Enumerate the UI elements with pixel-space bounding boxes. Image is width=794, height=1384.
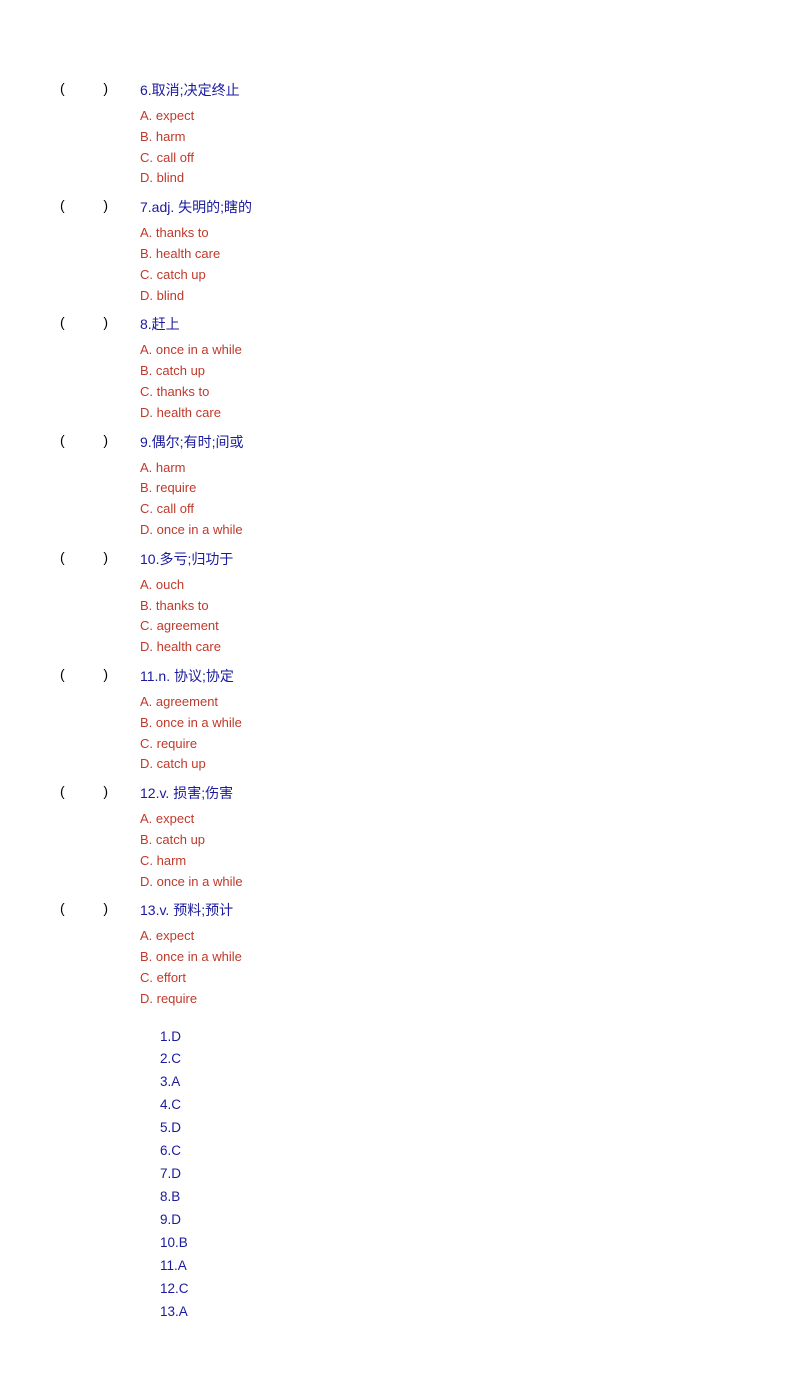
paren-right-space: ) <box>80 900 140 920</box>
answer-item: 3.A <box>160 1071 734 1094</box>
answers-container: 1.D2.C3.A4.C5.D6.C7.D8.B9.D10.B11.A12.C1… <box>160 1026 734 1324</box>
question-row: ( )6.取消;决定终止 <box>60 80 734 100</box>
options-block: A. thanks toB. health careC. catch upD. … <box>140 223 734 306</box>
option-item: C. call off <box>140 499 734 520</box>
option-item: D. blind <box>140 168 734 189</box>
option-item: A. expect <box>140 926 734 947</box>
paren-right-space: ) <box>80 80 140 100</box>
option-item: B. health care <box>140 244 734 265</box>
paren-left: ( <box>60 80 80 100</box>
paren-left: ( <box>60 783 80 803</box>
options-block: A. once in a whileB. catch upC. thanks t… <box>140 340 734 423</box>
question-text: 7.adj. 失明的;瞎的 <box>140 197 252 217</box>
answer-item: 7.D <box>160 1163 734 1186</box>
answer-item: 1.D <box>160 1026 734 1049</box>
question-text: 6.取消;决定终止 <box>140 80 240 100</box>
option-item: C. call off <box>140 148 734 169</box>
question-text: 12.v. 损害;伤害 <box>140 783 233 803</box>
answer-item: 6.C <box>160 1140 734 1163</box>
option-item: D. once in a while <box>140 872 734 893</box>
answer-item: 5.D <box>160 1117 734 1140</box>
question-row: ( )9.偶尔;有时;间或 <box>60 432 734 452</box>
option-item: C. thanks to <box>140 382 734 403</box>
option-item: C. agreement <box>140 616 734 637</box>
answer-item: 10.B <box>160 1232 734 1255</box>
paren-right-space: ) <box>80 666 140 686</box>
option-item: A. ouch <box>140 575 734 596</box>
paren-right-space: ) <box>80 314 140 334</box>
option-item: A. once in a while <box>140 340 734 361</box>
options-block: A. harmB. requireC. call offD. once in a… <box>140 458 734 541</box>
option-item: D. health care <box>140 403 734 424</box>
options-block: A. expectB. once in a whileC. effortD. r… <box>140 926 734 1009</box>
paren-right-space: ) <box>80 197 140 217</box>
option-item: B. thanks to <box>140 596 734 617</box>
option-item: B. once in a while <box>140 947 734 968</box>
question-text: 13.v. 预料;预计 <box>140 900 233 920</box>
question-text: 9.偶尔;有时;间或 <box>140 432 243 452</box>
option-item: B. harm <box>140 127 734 148</box>
option-item: A. thanks to <box>140 223 734 244</box>
option-item: B. catch up <box>140 361 734 382</box>
question-row: ( )8.赶上 <box>60 314 734 334</box>
option-item: C. harm <box>140 851 734 872</box>
option-item: D. health care <box>140 637 734 658</box>
answer-item: 13.A <box>160 1301 734 1324</box>
answer-item: 12.C <box>160 1278 734 1301</box>
option-item: D. catch up <box>140 754 734 775</box>
question-row: ( )13.v. 预料;预计 <box>60 900 734 920</box>
answer-item: 4.C <box>160 1094 734 1117</box>
option-item: C. catch up <box>140 265 734 286</box>
options-block: A. expectB. catch upC. harmD. once in a … <box>140 809 734 892</box>
question-text: 10.多亏;归功于 <box>140 549 233 569</box>
paren-right-space: ) <box>80 783 140 803</box>
questions-container: ( )6.取消;决定终止A. expectB. harmC. call offD… <box>60 80 734 1010</box>
question-row: ( )12.v. 损害;伤害 <box>60 783 734 803</box>
option-item: B. catch up <box>140 830 734 851</box>
option-item: A. expect <box>140 809 734 830</box>
paren-left: ( <box>60 432 80 452</box>
option-item: A. expect <box>140 106 734 127</box>
question-text: 11.n. 协议;协定 <box>140 666 234 686</box>
option-item: B. require <box>140 478 734 499</box>
option-item: D. require <box>140 989 734 1010</box>
options-block: A. ouchB. thanks toC. agreementD. health… <box>140 575 734 658</box>
options-block: A. agreementB. once in a whileC. require… <box>140 692 734 775</box>
paren-right-space: ) <box>80 549 140 569</box>
option-item: D. blind <box>140 286 734 307</box>
question-row: ( )10.多亏;归功于 <box>60 549 734 569</box>
option-item: A. agreement <box>140 692 734 713</box>
paren-left: ( <box>60 900 80 920</box>
question-row: ( )7.adj. 失明的;瞎的 <box>60 197 734 217</box>
answer-item: 8.B <box>160 1186 734 1209</box>
option-item: C. require <box>140 734 734 755</box>
paren-right-space: ) <box>80 432 140 452</box>
option-item: D. once in a while <box>140 520 734 541</box>
option-item: A. harm <box>140 458 734 479</box>
paren-left: ( <box>60 666 80 686</box>
question-row: ( )11.n. 协议;协定 <box>60 666 734 686</box>
question-text: 8.赶上 <box>140 314 180 334</box>
answer-item: 9.D <box>160 1209 734 1232</box>
answer-item: 2.C <box>160 1048 734 1071</box>
paren-left: ( <box>60 549 80 569</box>
option-item: B. once in a while <box>140 713 734 734</box>
paren-left: ( <box>60 197 80 217</box>
options-block: A. expectB. harmC. call offD. blind <box>140 106 734 189</box>
answer-item: 11.A <box>160 1255 734 1278</box>
paren-left: ( <box>60 314 80 334</box>
option-item: C. effort <box>140 968 734 989</box>
